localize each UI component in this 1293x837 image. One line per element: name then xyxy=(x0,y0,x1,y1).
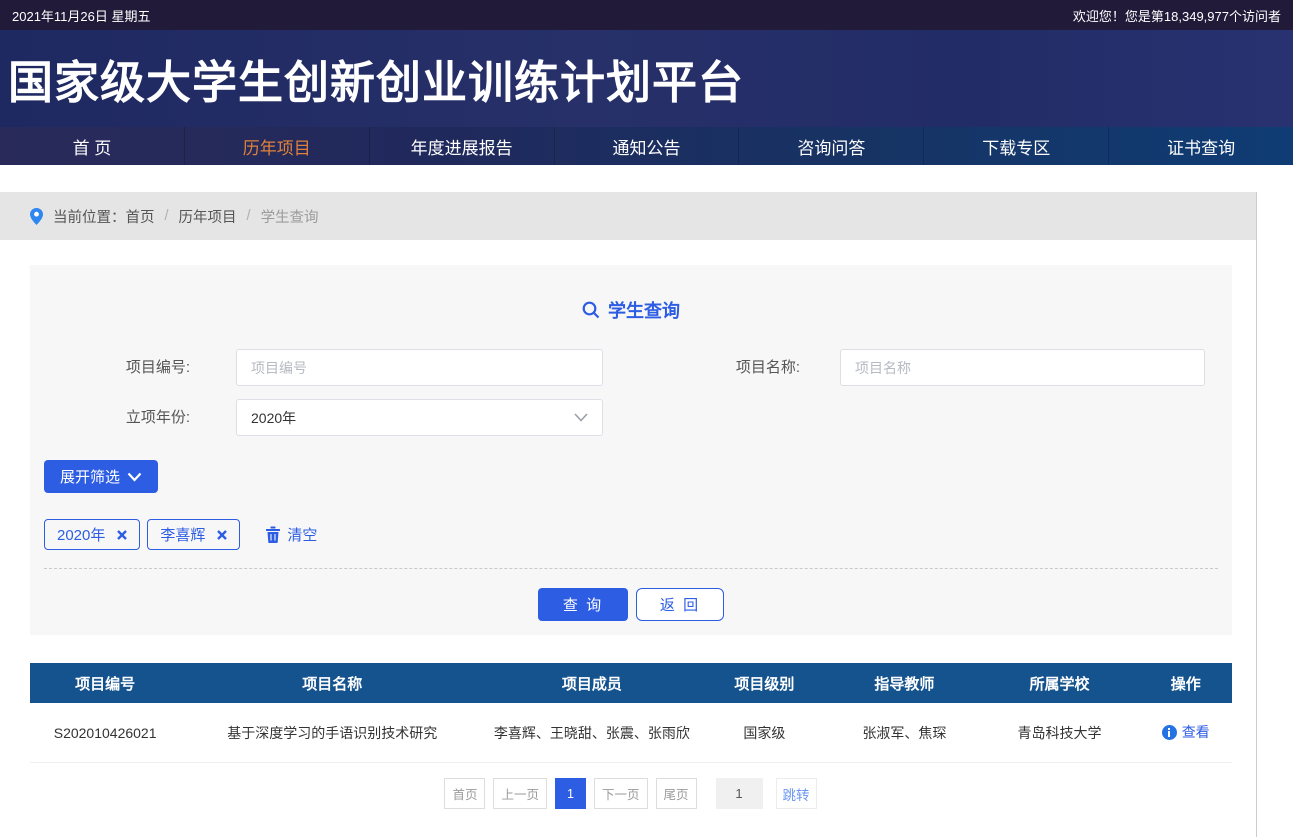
expand-filters-label: 展开筛选 xyxy=(60,466,120,487)
pagination: 首页 上一页 1 下一页 尾页 跳转 xyxy=(0,778,1257,809)
clear-filters-button[interactable]: 清空 xyxy=(265,524,317,545)
cell-members: 李喜辉、王晓甜、张震、张雨欣 xyxy=(484,723,699,743)
search-form: 项目编号: 项目名称: 立项年份: 2020年 xyxy=(30,349,1232,436)
project-code-input[interactable] xyxy=(236,349,603,386)
cell-project-name: 基于深度学习的手语识别技术研究 xyxy=(180,723,484,743)
view-details-link[interactable]: 查看 xyxy=(1162,722,1210,742)
pagination-prev-button[interactable]: 上一页 xyxy=(493,778,547,809)
site-title: 国家级大学生创新创业训练计划平台 xyxy=(0,46,744,111)
panel-title: 学生查询 xyxy=(30,297,1232,323)
project-year-label: 立项年份: xyxy=(30,399,190,436)
location-pin-icon xyxy=(30,208,43,225)
breadcrumb-current: 学生查询 xyxy=(261,206,319,227)
remove-tag-icon[interactable] xyxy=(217,530,227,540)
current-date: 2021年11月26日 星期五 xyxy=(12,6,151,25)
col-header-school: 所属学校 xyxy=(980,673,1140,694)
filter-tag-label: 2020年 xyxy=(57,524,105,545)
nav-item-past-projects[interactable]: 历年项目 xyxy=(184,127,369,165)
nav-item-annual-report[interactable]: 年度进展报告 xyxy=(369,127,554,165)
col-header-advisors: 指导教师 xyxy=(829,673,979,694)
pagination-jump-input[interactable] xyxy=(716,778,763,809)
form-row-2: 立项年份: 2020年 xyxy=(30,399,1232,436)
project-name-label: 项目名称: xyxy=(603,349,800,386)
breadcrumb-home[interactable]: 首页 xyxy=(126,206,155,227)
trash-icon xyxy=(265,526,281,543)
cell-school: 青岛科技大学 xyxy=(980,723,1140,743)
form-row-1: 项目编号: 项目名称: xyxy=(30,349,1232,386)
back-button[interactable]: 返 回 xyxy=(636,588,724,621)
cell-level: 国家级 xyxy=(700,723,830,743)
col-header-members: 项目成员 xyxy=(484,673,699,694)
nav-item-home[interactable]: 首 页 xyxy=(0,127,184,165)
col-header-level: 项目级别 xyxy=(700,673,830,694)
student-query-panel: 学生查询 项目编号: 项目名称: 立项年份: 2020年 展开筛选 xyxy=(30,265,1232,635)
project-year-value: 2020年 xyxy=(251,408,296,428)
pagination-page-1[interactable]: 1 xyxy=(555,778,586,809)
expand-filters-button[interactable]: 展开筛选 xyxy=(44,460,158,493)
search-icon xyxy=(582,301,600,319)
pagination-jump-button[interactable]: 跳转 xyxy=(776,778,817,809)
top-utility-bar: 2021年11月26日 星期五 欢迎您！您是第18,349,977个访问者 xyxy=(0,0,1293,30)
nav-item-downloads[interactable]: 下载专区 xyxy=(923,127,1108,165)
active-filter-tags: 2020年 李喜辉 xyxy=(44,519,1232,550)
breadcrumb: 当前位置： 首页 / 历年项目 / 学生查询 xyxy=(0,192,1257,240)
breadcrumb-past-projects[interactable]: 历年项目 xyxy=(179,206,237,227)
view-details-label: 查看 xyxy=(1182,722,1210,742)
query-button[interactable]: 查 询 xyxy=(538,588,628,621)
table-header-row: 项目编号 项目名称 项目成员 项目级别 指导教师 所属学校 操作 xyxy=(30,663,1232,703)
site-banner: 国家级大学生创新创业训练计划平台 xyxy=(0,30,1293,127)
panel-divider xyxy=(44,568,1218,569)
nav-item-qa[interactable]: 咨询问答 xyxy=(738,127,923,165)
pagination-next-button[interactable]: 下一页 xyxy=(594,778,648,809)
main-nav: 首 页 历年项目 年度进展报告 通知公告 咨询问答 下载专区 证书查询 xyxy=(0,127,1293,165)
project-name-input[interactable] xyxy=(840,349,1205,386)
results-table: 项目编号 项目名称 项目成员 项目级别 指导教师 所属学校 操作 S202010… xyxy=(30,663,1232,763)
clear-filters-label: 清空 xyxy=(287,524,317,545)
remove-tag-icon[interactable] xyxy=(117,530,127,540)
cell-advisors: 张淑军、焦琛 xyxy=(829,723,979,743)
chevron-down-icon xyxy=(127,472,142,482)
table-row: S202010426021 基于深度学习的手语识别技术研究 李喜辉、王晓甜、张震… xyxy=(30,703,1232,763)
cell-actions: 查看 xyxy=(1139,722,1232,743)
content-right-rule xyxy=(1256,192,1257,837)
breadcrumb-separator: / xyxy=(165,208,169,224)
filter-tag-label: 李喜辉 xyxy=(160,524,205,545)
filter-tag-student[interactable]: 李喜辉 xyxy=(147,519,240,550)
nav-item-certificate-query[interactable]: 证书查询 xyxy=(1108,127,1293,165)
col-header-project-name: 项目名称 xyxy=(180,673,484,694)
nav-item-notices[interactable]: 通知公告 xyxy=(554,127,739,165)
project-code-label: 项目编号: xyxy=(30,349,190,386)
panel-title-text: 学生查询 xyxy=(608,297,680,323)
info-circle-icon xyxy=(1162,725,1177,740)
breadcrumb-prefix: 当前位置： xyxy=(53,206,126,227)
cell-project-code: S202010426021 xyxy=(30,725,180,741)
chevron-down-icon xyxy=(574,413,588,422)
panel-actions: 查 询 返 回 xyxy=(30,588,1232,621)
pagination-last-button[interactable]: 尾页 xyxy=(656,778,697,809)
pagination-first-button[interactable]: 首页 xyxy=(444,778,485,809)
col-header-actions: 操作 xyxy=(1139,673,1232,694)
filter-tag-year[interactable]: 2020年 xyxy=(44,519,140,550)
visitor-welcome: 欢迎您！您是第18,349,977个访问者 xyxy=(1073,6,1281,25)
project-year-select[interactable]: 2020年 xyxy=(236,399,603,436)
breadcrumb-separator: / xyxy=(247,208,251,224)
col-header-project-code: 项目编号 xyxy=(30,673,180,694)
